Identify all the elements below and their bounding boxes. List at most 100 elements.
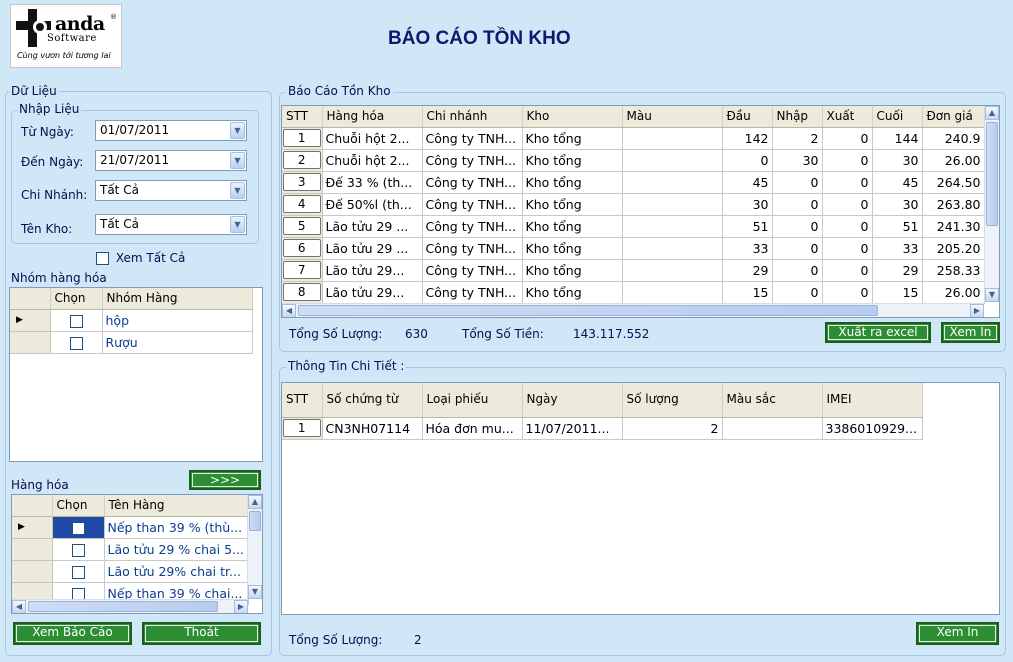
table-cell[interactable]: Lão tửu 29 ...: [322, 237, 423, 260]
table-row[interactable]: Lão tửu 29 % chai 5...: [12, 538, 249, 561]
column-header[interactable]: IMEI: [822, 383, 923, 418]
chevron-down-icon[interactable]: ▼: [230, 152, 245, 169]
table-cell[interactable]: 0: [822, 259, 873, 282]
table-cell[interactable]: 29: [722, 259, 773, 282]
table-cell[interactable]: [622, 193, 723, 216]
checkbox-icon[interactable]: [96, 252, 109, 265]
table-cell[interactable]: 45: [722, 171, 773, 194]
table-cell[interactable]: Lão tửu 29...: [322, 281, 423, 304]
table-cell[interactable]: Kho tổng: [522, 215, 623, 238]
table-cell[interactable]: Hóa đơn mu...: [422, 417, 523, 440]
table-cell[interactable]: 15: [872, 281, 923, 304]
table-cell[interactable]: 45: [872, 171, 923, 194]
table-cell[interactable]: 30: [772, 149, 823, 172]
row-number[interactable]: 1: [283, 129, 321, 147]
column-header[interactable]: Cuối: [872, 106, 923, 128]
scroll-thumb[interactable]: [28, 601, 218, 612]
table-row[interactable]: Lão tửu 29% chai tr...: [12, 560, 249, 583]
table-row[interactable]: 5 Lão tửu 29 ... Công ty TNH... Kho tổng 51 0…: [282, 215, 985, 238]
row-number[interactable]: 3: [283, 173, 321, 191]
table-cell[interactable]: 2: [772, 127, 823, 150]
table-cell[interactable]: Kho tổng: [522, 171, 623, 194]
column-header[interactable]: Ngày: [522, 383, 623, 418]
row-number[interactable]: 6: [283, 239, 321, 257]
table-cell[interactable]: 0: [822, 193, 873, 216]
table-cell[interactable]: Kho tổng: [522, 127, 623, 150]
table-cell[interactable]: 241.30: [922, 215, 985, 238]
table-cell[interactable]: 29: [872, 259, 923, 282]
table-cell[interactable]: Công ty TNH...: [422, 171, 523, 194]
table-cell[interactable]: 26.00: [922, 281, 985, 304]
table-cell[interactable]: 0: [772, 171, 823, 194]
column-header[interactable]: Đơn giá: [922, 106, 985, 128]
table-cell[interactable]: 15: [722, 281, 773, 304]
chevron-down-icon[interactable]: ▼: [230, 182, 245, 199]
goods-name-cell[interactable]: Lão tửu 29 % chai 5...: [104, 538, 249, 561]
row-number-button[interactable]: 6: [282, 237, 323, 260]
detail-print-button[interactable]: Xem In: [916, 622, 999, 645]
table-cell[interactable]: Công ty TNH...: [422, 193, 523, 216]
table-cell[interactable]: Chuỗi hột 2...: [322, 149, 423, 172]
table-cell[interactable]: 30: [872, 193, 923, 216]
row-number-button[interactable]: 8: [282, 281, 323, 304]
table-row[interactable]: 2 Chuỗi hột 2... Công ty TNH... Kho tổng 0 30…: [282, 149, 985, 172]
table-cell[interactable]: 0: [822, 171, 873, 194]
table-cell[interactable]: 11/07/2011...: [522, 417, 623, 440]
group-select-cell[interactable]: [50, 309, 103, 332]
row-number[interactable]: 4: [283, 195, 321, 213]
table-cell[interactable]: 0: [772, 215, 823, 238]
branch-select[interactable]: Tất Cả ▼: [95, 180, 247, 201]
table-row[interactable]: 1 Chuỗi hột 2... Công ty TNH... Kho tổng 142…: [282, 127, 985, 150]
column-header[interactable]: Màu: [622, 106, 723, 128]
scroll-thumb[interactable]: [986, 122, 998, 226]
report-print-button[interactable]: Xem In: [941, 322, 1000, 343]
table-cell[interactable]: 0: [822, 127, 873, 150]
table-cell[interactable]: Công ty TNH...: [422, 237, 523, 260]
table-cell[interactable]: Kho tổng: [522, 237, 623, 260]
table-cell[interactable]: 33: [872, 237, 923, 260]
to-date-picker[interactable]: 21/07/2011 ▼: [95, 150, 247, 171]
goods-select-cell[interactable]: [52, 560, 105, 583]
checkbox-icon[interactable]: [71, 543, 85, 557]
table-cell[interactable]: Đế 50%l (th...: [322, 193, 423, 216]
report-horizontal-scrollbar[interactable]: ◀ ▶: [282, 303, 984, 317]
chevron-down-icon[interactable]: ▼: [230, 122, 245, 139]
table-cell[interactable]: 0: [772, 237, 823, 260]
table-cell[interactable]: Công ty TNH...: [422, 149, 523, 172]
scroll-up-icon[interactable]: ▲: [248, 495, 262, 509]
column-header[interactable]: Đầu: [722, 106, 773, 128]
table-cell[interactable]: Chuỗi hột 2...: [322, 127, 423, 150]
table-row[interactable]: ▶ hộp: [10, 309, 253, 332]
table-cell[interactable]: Kho tổng: [522, 259, 623, 282]
table-cell[interactable]: [622, 149, 723, 172]
view-report-button[interactable]: Xem Báo Cáo: [13, 622, 132, 645]
group-select-cell[interactable]: [50, 331, 103, 354]
table-cell[interactable]: 144: [872, 127, 923, 150]
row-number-button[interactable]: 4: [282, 193, 323, 216]
column-header[interactable]: Số lượng: [622, 383, 723, 418]
table-cell[interactable]: [622, 171, 723, 194]
table-cell[interactable]: [622, 281, 723, 304]
row-number-button[interactable]: 5: [282, 215, 323, 238]
column-header[interactable]: Số chứng từ: [322, 383, 423, 418]
table-cell[interactable]: Công ty TNH...: [422, 259, 523, 282]
goods-horizontal-scrollbar[interactable]: ◀ ▶: [12, 599, 248, 613]
table-cell[interactable]: 30: [722, 193, 773, 216]
chevron-down-icon[interactable]: ▼: [230, 216, 245, 233]
row-number[interactable]: 7: [283, 261, 321, 279]
column-header[interactable]: Xuất: [822, 106, 873, 128]
scroll-left-icon[interactable]: ◀: [282, 304, 296, 317]
table-cell[interactable]: 30: [872, 149, 923, 172]
table-cell[interactable]: Lão tửu 29 ...: [322, 215, 423, 238]
row-number-button[interactable]: 2: [282, 149, 323, 172]
table-cell[interactable]: Công ty TNH...: [422, 215, 523, 238]
row-number-button[interactable]: 7: [282, 259, 323, 282]
row-number[interactable]: 2: [283, 151, 321, 169]
from-date-picker[interactable]: 01/07/2011 ▼: [95, 120, 247, 141]
column-header[interactable]: STT: [282, 106, 323, 128]
table-cell[interactable]: Kho tổng: [522, 281, 623, 304]
table-row[interactable]: 3 Đế 33 % (th... Công ty TNH... Kho tổng 45 0…: [282, 171, 985, 194]
group-name-cell[interactable]: hộp: [102, 309, 253, 332]
row-number[interactable]: 5: [283, 217, 321, 235]
table-row[interactable]: 4 Đế 50%l (th... Công ty TNH... Kho tổng 30 0…: [282, 193, 985, 216]
